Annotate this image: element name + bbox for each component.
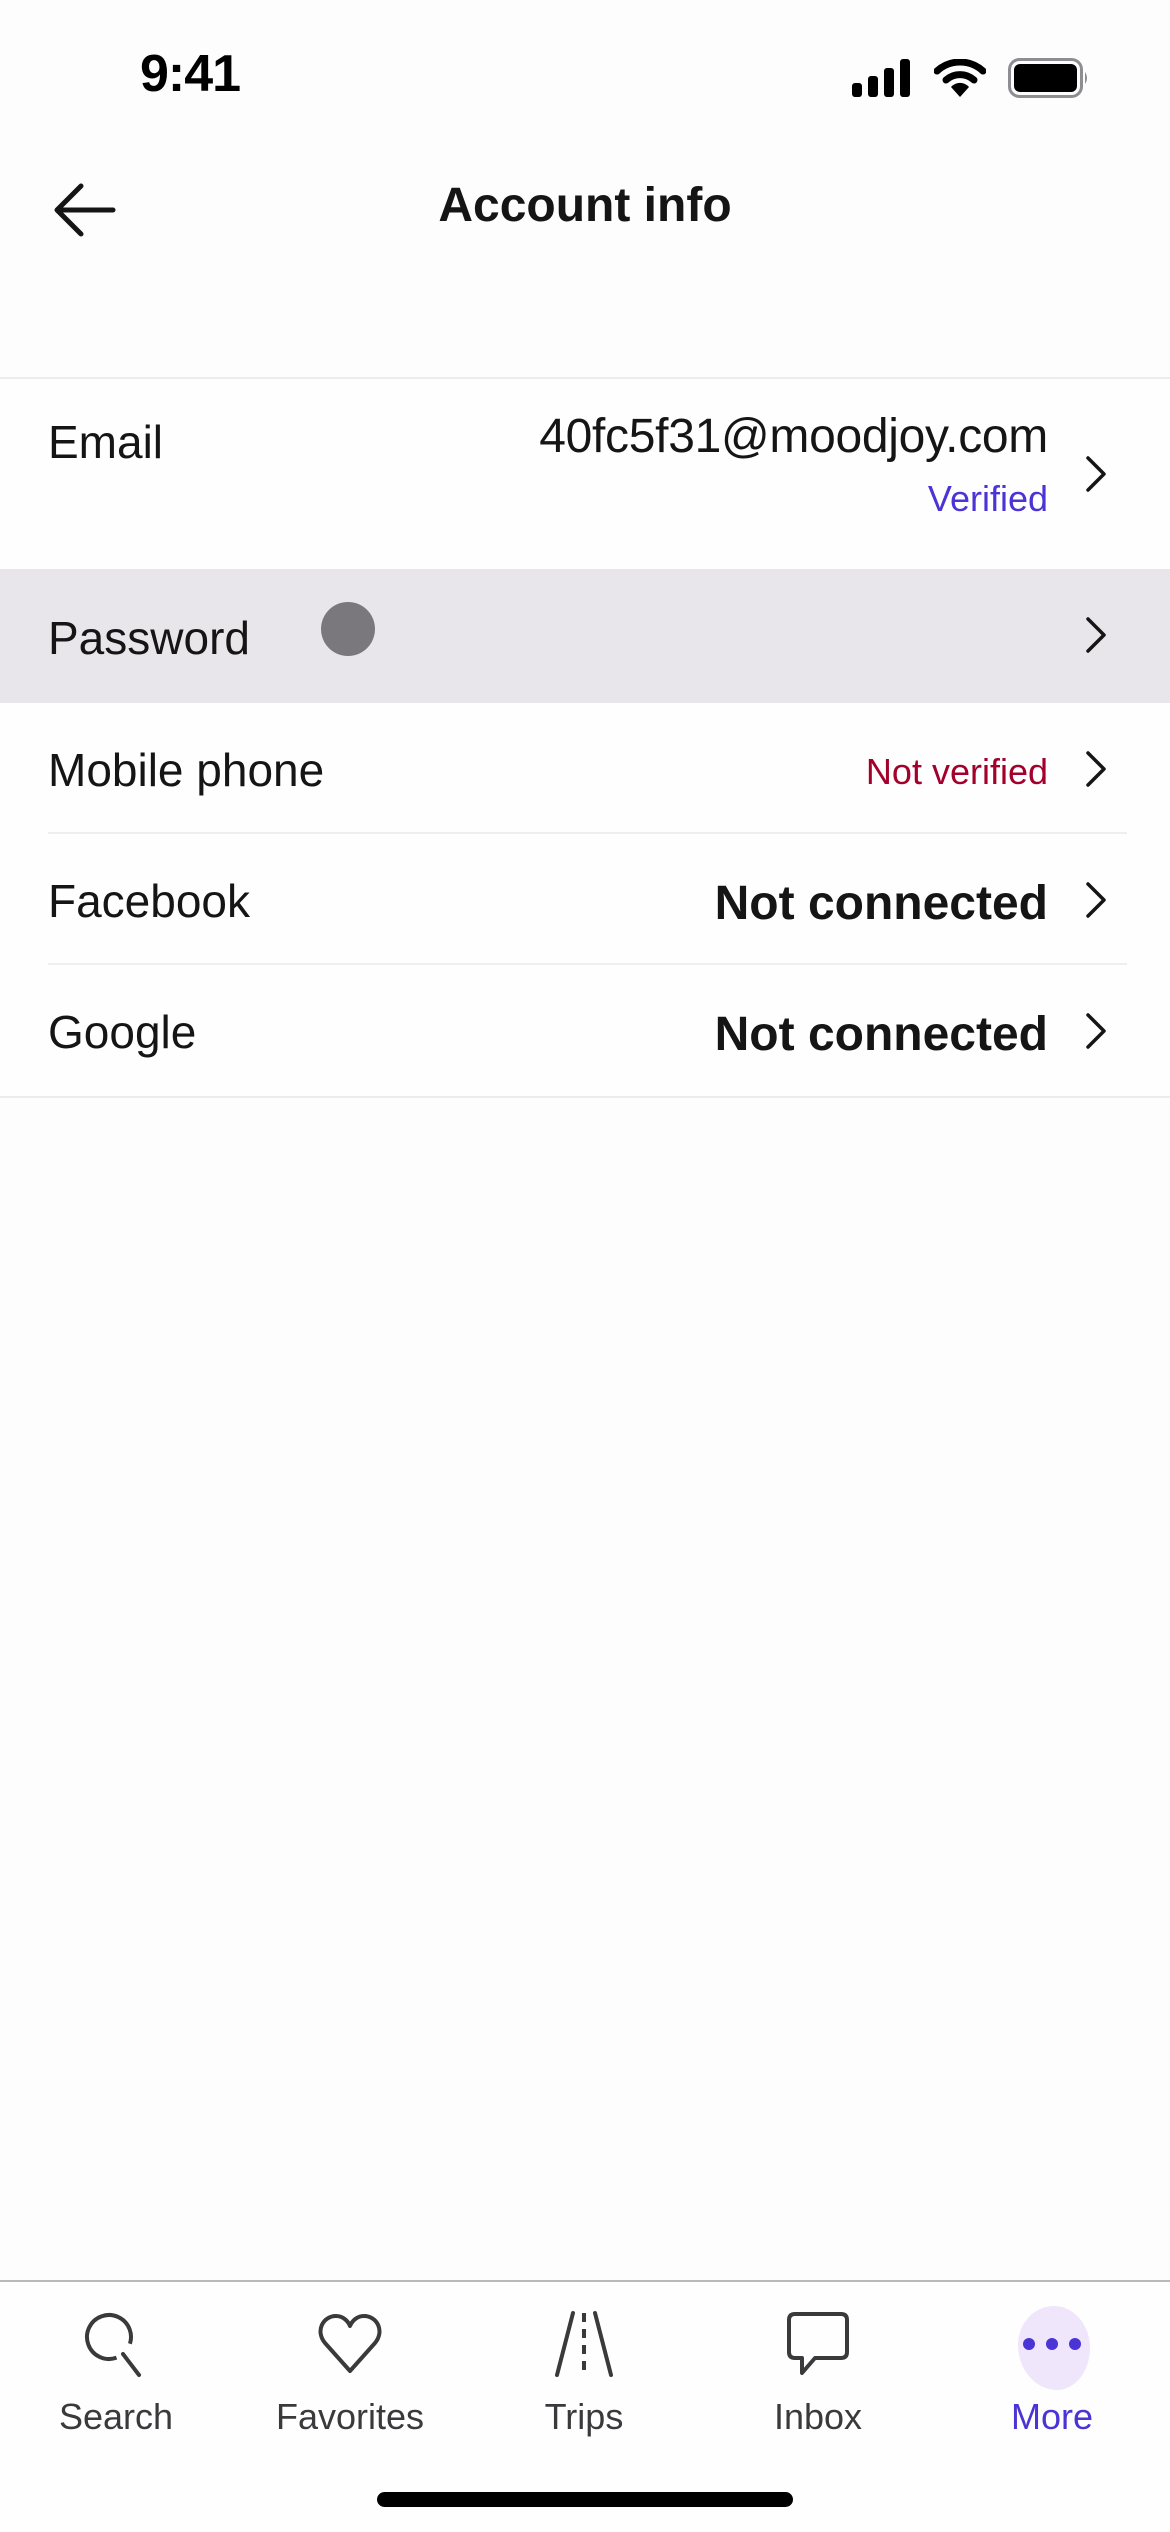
touch-indicator	[321, 602, 375, 656]
email-value-group: 40fc5f31@moodjoy.com Verified	[539, 409, 1048, 520]
tab-search[interactable]: Search	[26, 2282, 206, 2442]
tab-favorites[interactable]: Favorites	[260, 2282, 440, 2442]
facebook-status: Not connected	[714, 877, 1048, 930]
account-info-list: Email 40fc5f31@moodjoy.com Verified Pass…	[0, 377, 1170, 1098]
tab-label: More	[1010, 2396, 1094, 2437]
email-row[interactable]: Email 40fc5f31@moodjoy.com Verified	[0, 379, 1170, 569]
home-indicator	[377, 2492, 793, 2507]
battery-icon	[1008, 58, 1087, 98]
tab-inbox[interactable]: Inbox	[728, 2282, 908, 2442]
chat-bubble-icon	[778, 2304, 858, 2384]
heart-icon	[310, 2304, 390, 2384]
road-icon	[544, 2304, 624, 2384]
header: Account info	[0, 150, 1170, 270]
chevron-right-icon	[1086, 882, 1106, 918]
tab-label: Inbox	[773, 2396, 863, 2437]
google-status: Not connected	[714, 1008, 1048, 1061]
tab-label: Search	[58, 2396, 174, 2437]
more-dots-icon	[1012, 2304, 1092, 2390]
email-label: Email	[48, 416, 164, 468]
cellular-signal-icon	[852, 59, 910, 97]
chevron-right-icon	[1086, 751, 1106, 787]
chevron-right-icon	[1086, 1013, 1106, 1049]
password-label: Password	[48, 612, 250, 664]
email-value: 40fc5f31@moodjoy.com	[539, 410, 1048, 463]
chevron-right-icon	[1086, 617, 1106, 653]
mobile-phone-row[interactable]: Mobile phone Not verified	[0, 703, 1170, 834]
google-row[interactable]: Google Not connected	[0, 965, 1170, 1096]
tab-trips[interactable]: Trips	[494, 2282, 674, 2442]
email-verified-status: Verified	[927, 478, 1048, 519]
google-value-group: Not connected	[715, 1007, 1048, 1062]
tab-more[interactable]: More	[962, 2282, 1142, 2442]
mobile-phone-value-group: Not verified	[866, 745, 1048, 793]
facebook-row[interactable]: Facebook Not connected	[0, 834, 1170, 965]
status-time: 9:41	[140, 45, 241, 103]
search-icon	[76, 2304, 156, 2384]
tab-label: Favorites	[275, 2396, 425, 2437]
google-label: Google	[48, 1006, 197, 1058]
mobile-phone-status: Not verified	[865, 751, 1048, 792]
wifi-icon	[934, 59, 986, 97]
page-title: Account info	[438, 179, 732, 232]
tab-label: Trips	[544, 2396, 624, 2437]
status-icons	[852, 58, 1090, 98]
mobile-phone-label: Mobile phone	[48, 744, 325, 796]
facebook-label: Facebook	[48, 875, 251, 927]
password-row[interactable]: Password	[0, 569, 1170, 703]
status-bar: 9:41	[0, 0, 1170, 140]
chevron-right-icon	[1086, 456, 1106, 492]
facebook-value-group: Not connected	[715, 876, 1048, 931]
